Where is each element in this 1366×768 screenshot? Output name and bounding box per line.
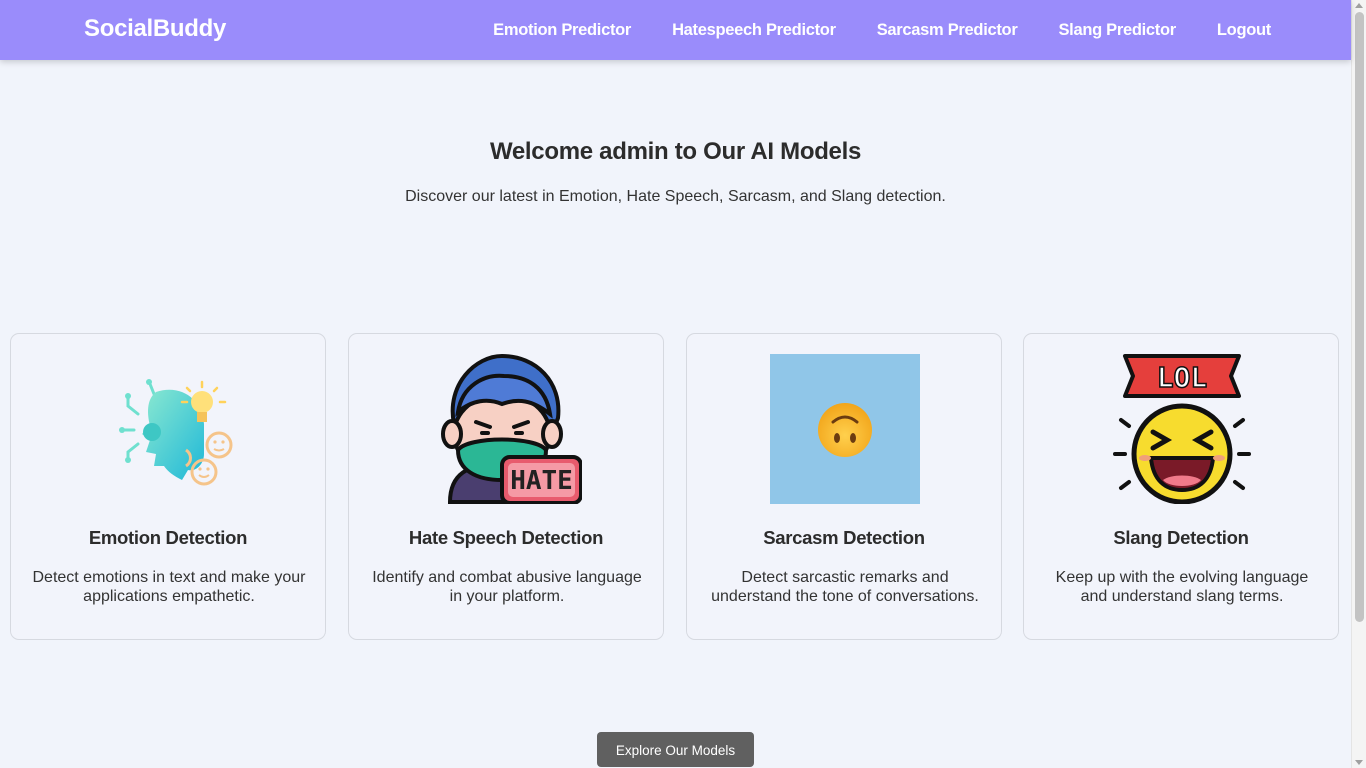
sarcasm-detection-card[interactable]: Sarcasm Detection Detect sarcastic remar…: [686, 333, 1002, 640]
slang-detection-card[interactable]: LOL Slang Detection Keep up with the evo…: [1023, 333, 1339, 640]
card-title: Hate Speech Detection: [408, 527, 604, 548]
card-title: Sarcasm Detection: [763, 527, 925, 548]
page-title: Welcome admin to Our AI Models: [489, 138, 862, 165]
nav-sarcasm-predictor[interactable]: Sarcasm Predictor: [877, 21, 1018, 40]
lol-badge-text: LOL: [1157, 361, 1208, 394]
scroll-up-arrow-icon[interactable]: [1355, 3, 1363, 8]
explore-models-button[interactable]: Explore Our Models: [597, 732, 754, 767]
nav-hatespeech-predictor[interactable]: Hatespeech Predictor: [672, 21, 836, 40]
card-description: Keep up with the evolving language and u…: [1055, 569, 1309, 605]
lol-laughing-face-icon: LOL: [1107, 354, 1257, 504]
nav-links: Emotion Predictor Hatespeech Predictor S…: [452, 0, 1271, 60]
card-description: Identify and combat abusive language in …: [372, 569, 642, 605]
page-scrollbar[interactable]: [1351, 0, 1366, 768]
scroll-thumb[interactable]: [1355, 12, 1364, 622]
card-title: Emotion Detection: [88, 527, 248, 548]
page-subtitle: Discover our latest in Emotion, Hate Spe…: [405, 188, 946, 205]
brand-logo[interactable]: SocialBuddy: [84, 15, 226, 43]
emotion-detection-card[interactable]: Emotion Detection Detect emotions in tex…: [10, 333, 326, 640]
card-description: Detect sarcastic remarks and understand …: [711, 569, 979, 605]
card-title: Slang Detection: [1113, 527, 1249, 548]
nav-slang-predictor[interactable]: Slang Predictor: [1058, 21, 1176, 40]
nav-logout[interactable]: Logout: [1217, 21, 1271, 40]
card-description: Detect emotions in text and make your ap…: [32, 569, 306, 605]
upside-down-face-icon: [770, 354, 920, 504]
hate-speech-detection-card[interactable]: HATE Hate Speech Detection Identify and …: [348, 333, 664, 640]
top-navbar: SocialBuddy Emotion Predictor Hatespeech…: [0, 0, 1351, 60]
scroll-down-arrow-icon[interactable]: [1355, 760, 1363, 765]
nav-emotion-predictor[interactable]: Emotion Predictor: [493, 21, 631, 40]
hate-speech-icon: HATE: [432, 354, 582, 504]
hate-badge-text: HATE: [510, 466, 573, 496]
emotion-head-icon: [94, 354, 244, 504]
